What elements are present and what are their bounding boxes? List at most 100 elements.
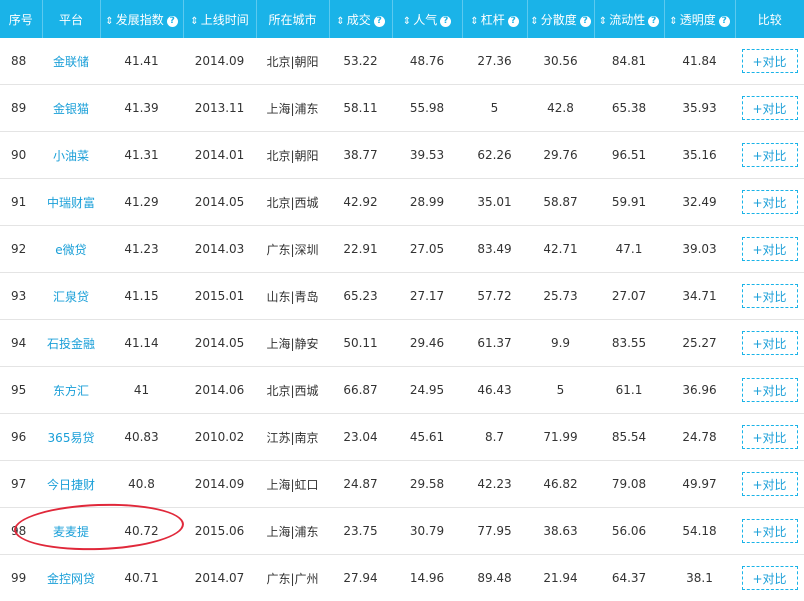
sort-arrows-icon[interactable]: ⇕ (403, 16, 411, 27)
compare-button[interactable]: +对比 (742, 49, 798, 73)
column-header-online-date[interactable]: ⇕上线时间 (183, 0, 256, 38)
cell-online: 2014.09 (183, 38, 256, 85)
cell-popularity: 55.98 (392, 85, 462, 132)
compare-button[interactable]: +对比 (742, 96, 798, 120)
cell-rank: 96 (0, 414, 42, 461)
platform-link[interactable]: 金联储 (42, 38, 100, 85)
sort-arrows-icon[interactable]: ⇕ (599, 16, 607, 27)
cell-city: 上海|虹口 (256, 461, 329, 508)
column-header-label: 成交 (347, 13, 371, 27)
cell-rank: 91 (0, 179, 42, 226)
sort-arrows-icon[interactable]: ⇕ (470, 16, 478, 27)
help-icon[interactable]: ? (719, 16, 730, 27)
cell-dispersion: 21.94 (527, 555, 594, 601)
cell-liquidity: 56.06 (594, 508, 664, 555)
compare-button[interactable]: +对比 (742, 143, 798, 167)
cell-volume: 22.91 (329, 226, 392, 273)
sort-arrows-icon[interactable]: ⇕ (669, 16, 677, 27)
help-icon[interactable]: ? (580, 16, 591, 27)
cell-popularity: 27.05 (392, 226, 462, 273)
table-row: 93汇泉贷41.152015.01山东|青岛65.2327.1757.7225.… (0, 273, 804, 320)
cell-liquidity: 65.38 (594, 85, 664, 132)
cell-compare: +对比 (735, 461, 804, 508)
cell-city: 北京|西城 (256, 179, 329, 226)
cell-city: 上海|浦东 (256, 508, 329, 555)
cell-city: 北京|朝阳 (256, 132, 329, 179)
compare-button[interactable]: +对比 (742, 519, 798, 543)
help-icon[interactable]: ? (440, 16, 451, 27)
cell-leverage: 62.26 (462, 132, 527, 179)
platform-link[interactable]: 今日捷财 (42, 461, 100, 508)
cell-city: 北京|朝阳 (256, 38, 329, 85)
cell-leverage: 77.95 (462, 508, 527, 555)
cell-volume: 66.87 (329, 367, 392, 414)
column-header-leverage[interactable]: ⇕杠杆? (462, 0, 527, 38)
platform-link[interactable]: 麦麦提 (42, 508, 100, 555)
cell-city: 山东|青岛 (256, 273, 329, 320)
help-icon[interactable]: ? (374, 16, 385, 27)
cell-popularity: 28.99 (392, 179, 462, 226)
compare-button[interactable]: +对比 (742, 237, 798, 261)
column-header-label: 发展指数 (116, 13, 164, 27)
compare-button[interactable]: +对比 (742, 378, 798, 402)
cell-transparency: 35.16 (664, 132, 735, 179)
column-header-popularity[interactable]: ⇕人气? (392, 0, 462, 38)
cell-transparency: 35.93 (664, 85, 735, 132)
platform-link[interactable]: 中瑞财富 (42, 179, 100, 226)
cell-online: 2014.03 (183, 226, 256, 273)
platform-link[interactable]: 金银猫 (42, 85, 100, 132)
cell-dispersion: 42.8 (527, 85, 594, 132)
platform-link[interactable]: 365易贷 (42, 414, 100, 461)
cell-popularity: 48.76 (392, 38, 462, 85)
platform-link[interactable]: 石投金融 (42, 320, 100, 367)
help-icon[interactable]: ? (508, 16, 519, 27)
cell-leverage: 35.01 (462, 179, 527, 226)
cell-compare: +对比 (735, 273, 804, 320)
column-header-index[interactable]: ⇕发展指数? (100, 0, 183, 38)
cell-compare: +对比 (735, 132, 804, 179)
column-header-city: 所在城市 (256, 0, 329, 38)
sort-arrows-icon[interactable]: ⇕ (336, 16, 344, 27)
platform-link[interactable]: 汇泉贷 (42, 273, 100, 320)
column-header-compare: 比较 (735, 0, 804, 38)
cell-compare: +对比 (735, 414, 804, 461)
cell-dispersion: 25.73 (527, 273, 594, 320)
column-header-volume[interactable]: ⇕成交? (329, 0, 392, 38)
sort-arrows-icon[interactable]: ⇕ (530, 16, 538, 27)
cell-rank: 93 (0, 273, 42, 320)
cell-liquidity: 85.54 (594, 414, 664, 461)
column-header-liquidity[interactable]: ⇕流动性? (594, 0, 664, 38)
sort-arrows-icon[interactable]: ⇕ (105, 16, 113, 27)
help-icon[interactable]: ? (167, 16, 178, 27)
compare-button[interactable]: +对比 (742, 425, 798, 449)
help-icon[interactable]: ? (648, 16, 659, 27)
cell-compare: +对比 (735, 179, 804, 226)
cell-dispersion: 42.71 (527, 226, 594, 273)
platform-link[interactable]: 东方汇 (42, 367, 100, 414)
table-header-row: 序号平台⇕发展指数?⇕上线时间所在城市⇕成交?⇕人气?⇕杠杆?⇕分散度?⇕流动性… (0, 0, 804, 38)
platform-link[interactable]: 小油菜 (42, 132, 100, 179)
compare-button[interactable]: +对比 (742, 472, 798, 496)
compare-button[interactable]: +对比 (742, 284, 798, 308)
cell-online: 2015.06 (183, 508, 256, 555)
cell-rank: 97 (0, 461, 42, 508)
cell-index: 41.29 (100, 179, 183, 226)
column-header-dispersion[interactable]: ⇕分散度? (527, 0, 594, 38)
compare-button[interactable]: +对比 (742, 566, 798, 590)
cell-transparency: 32.49 (664, 179, 735, 226)
column-header-label: 所在城市 (268, 13, 316, 27)
platform-link[interactable]: e微贷 (42, 226, 100, 273)
cell-leverage: 61.37 (462, 320, 527, 367)
column-header-transparency[interactable]: ⇕透明度? (664, 0, 735, 38)
cell-index: 40.71 (100, 555, 183, 601)
sort-arrows-icon[interactable]: ⇕ (190, 16, 198, 27)
cell-rank: 98 (0, 508, 42, 555)
cell-rank: 88 (0, 38, 42, 85)
platform-link[interactable]: 金控网贷 (42, 555, 100, 601)
compare-button[interactable]: +对比 (742, 190, 798, 214)
cell-compare: +对比 (735, 85, 804, 132)
cell-transparency: 38.1 (664, 555, 735, 601)
table-row: 88金联储41.412014.09北京|朝阳53.2248.7627.3630.… (0, 38, 804, 85)
compare-button[interactable]: +对比 (742, 331, 798, 355)
column-header-rank: 序号 (0, 0, 42, 38)
